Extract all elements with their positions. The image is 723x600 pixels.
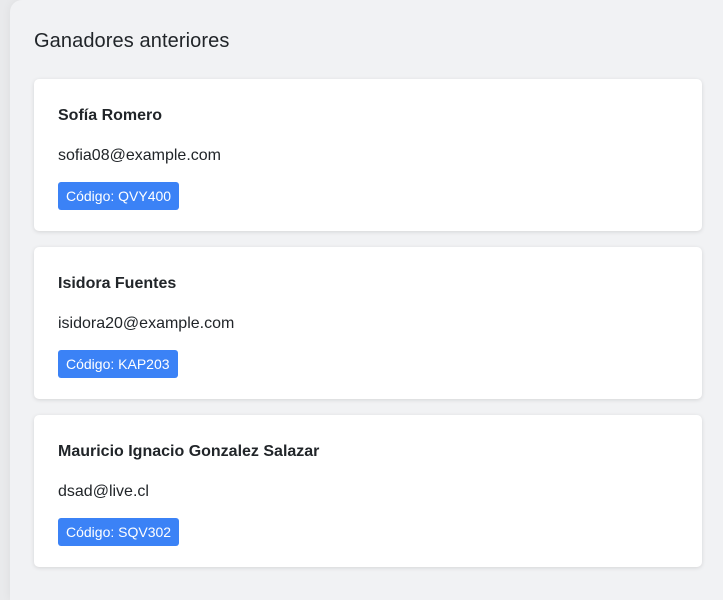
winner-email: isidora20@example.com — [58, 315, 235, 332]
winner-name: Isidora Fuentes — [58, 275, 177, 292]
winner-card: Mauricio Ignacio Gonzalez Salazar dsad@l… — [34, 415, 702, 567]
winner-card: Isidora Fuentes isidora20@example.com Có… — [34, 247, 702, 399]
winner-code-badge: Código: QVY400 — [58, 182, 180, 210]
winner-email: dsad@live.cl — [58, 483, 149, 500]
winner-name: Mauricio Ignacio Gonzalez Salazar — [58, 443, 320, 460]
page-title: Ganadores anteriores — [34, 30, 230, 52]
winners-panel: Ganadores anteriores Sofía Romero sofia0… — [10, 0, 723, 600]
winner-code-badge: Código: SQV302 — [58, 518, 180, 546]
winner-code-badge: Código: KAP203 — [58, 350, 178, 378]
winner-card: Sofía Romero sofia08@example.com Código:… — [34, 79, 702, 231]
winner-name: Sofía Romero — [58, 107, 163, 124]
winner-email: sofia08@example.com — [58, 147, 221, 164]
